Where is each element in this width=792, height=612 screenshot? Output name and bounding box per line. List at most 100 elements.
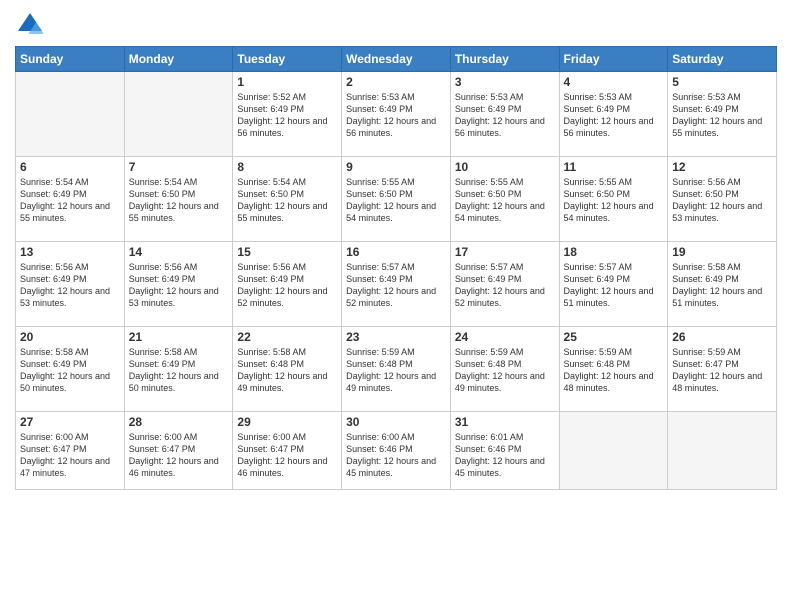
- cell-info: Sunrise: 5:56 AMSunset: 6:49 PMDaylight:…: [20, 261, 120, 310]
- cell-info: Sunrise: 5:59 AMSunset: 6:48 PMDaylight:…: [455, 346, 555, 395]
- day-number: 25: [564, 330, 664, 344]
- day-number: 21: [129, 330, 229, 344]
- calendar-cell: 11 Sunrise: 5:55 AMSunset: 6:50 PMDayligh…: [559, 157, 668, 242]
- week-row-1: 1 Sunrise: 5:52 AMSunset: 6:49 PMDaylight…: [16, 72, 777, 157]
- cell-info: Sunrise: 5:53 AMSunset: 6:49 PMDaylight:…: [564, 91, 664, 140]
- cell-info: Sunrise: 5:55 AMSunset: 6:50 PMDaylight:…: [564, 176, 664, 225]
- weekday-header-friday: Friday: [559, 47, 668, 72]
- calendar-cell: 14 Sunrise: 5:56 AMSunset: 6:49 PMDayligh…: [124, 242, 233, 327]
- day-number: 26: [672, 330, 772, 344]
- cell-info: Sunrise: 5:58 AMSunset: 6:49 PMDaylight:…: [129, 346, 229, 395]
- day-number: 9: [346, 160, 446, 174]
- cell-info: Sunrise: 5:58 AMSunset: 6:49 PMDaylight:…: [20, 346, 120, 395]
- weekday-header-row: SundayMondayTuesdayWednesdayThursdayFrid…: [16, 47, 777, 72]
- day-number: 1: [237, 75, 337, 89]
- calendar-cell: [668, 412, 777, 490]
- calendar-cell: 13 Sunrise: 5:56 AMSunset: 6:49 PMDayligh…: [16, 242, 125, 327]
- cell-info: Sunrise: 5:56 AMSunset: 6:49 PMDaylight:…: [237, 261, 337, 310]
- calendar-cell: 9Sunrise: 5:55 AMSunset: 6:50 PMDaylight…: [342, 157, 451, 242]
- cell-info: Sunrise: 5:59 AMSunset: 6:48 PMDaylight:…: [564, 346, 664, 395]
- calendar-cell: 7 Sunrise: 5:54 AMSunset: 6:50 PMDaylight…: [124, 157, 233, 242]
- calendar-cell: 23 Sunrise: 5:59 AMSunset: 6:48 PMDayligh…: [342, 327, 451, 412]
- calendar-cell: 29 Sunrise: 6:00 AMSunset: 6:47 PMDayligh…: [233, 412, 342, 490]
- calendar-cell: 2 Sunrise: 5:53 AMSunset: 6:49 PMDaylight…: [342, 72, 451, 157]
- calendar-cell: 18 Sunrise: 5:57 AMSunset: 6:49 PMDayligh…: [559, 242, 668, 327]
- day-number: 11: [564, 160, 664, 174]
- cell-info: Sunrise: 5:53 AMSunset: 6:49 PMDaylight:…: [346, 91, 446, 140]
- cell-info: Sunrise: 5:54 AMSunset: 6:49 PMDaylight:…: [20, 176, 120, 225]
- cell-info: Sunrise: 5:53 AMSunset: 6:49 PMDaylight:…: [455, 91, 555, 140]
- calendar-cell: 15 Sunrise: 5:56 AMSunset: 6:49 PMDayligh…: [233, 242, 342, 327]
- day-number: 30: [346, 415, 446, 429]
- day-number: 23: [346, 330, 446, 344]
- cell-info: Sunrise: 5:56 AMSunset: 6:50 PMDaylight:…: [672, 176, 772, 225]
- day-number: 4: [564, 75, 664, 89]
- calendar-cell: 25 Sunrise: 5:59 AMSunset: 6:48 PMDayligh…: [559, 327, 668, 412]
- calendar-cell: 12 Sunrise: 5:56 AMSunset: 6:50 PMDayligh…: [668, 157, 777, 242]
- calendar-cell: [16, 72, 125, 157]
- day-number: 31: [455, 415, 555, 429]
- logo-icon: [15, 10, 45, 40]
- cell-info: Sunrise: 5:55 AMSunset: 6:50 PMDaylight:…: [455, 176, 555, 225]
- cell-info: Sunrise: 6:00 AMSunset: 6:47 PMDaylight:…: [129, 431, 229, 480]
- cell-info: Sunrise: 5:57 AMSunset: 6:49 PMDaylight:…: [564, 261, 664, 310]
- cell-info: Sunrise: 5:59 AMSunset: 6:47 PMDaylight:…: [672, 346, 772, 395]
- cell-info: Sunrise: 5:57 AMSunset: 6:49 PMDaylight:…: [346, 261, 446, 310]
- day-number: 29: [237, 415, 337, 429]
- cell-info: Sunrise: 5:58 AMSunset: 6:48 PMDaylight:…: [237, 346, 337, 395]
- cell-info: Sunrise: 5:59 AMSunset: 6:48 PMDaylight:…: [346, 346, 446, 395]
- weekday-header-wednesday: Wednesday: [342, 47, 451, 72]
- weekday-header-tuesday: Tuesday: [233, 47, 342, 72]
- calendar-cell: 3Sunrise: 5:53 AMSunset: 6:49 PMDaylight…: [450, 72, 559, 157]
- day-number: 19: [672, 245, 772, 259]
- calendar-cell: 8 Sunrise: 5:54 AMSunset: 6:50 PMDaylight…: [233, 157, 342, 242]
- day-number: 13: [20, 245, 120, 259]
- calendar-cell: 19 Sunrise: 5:58 AMSunset: 6:49 PMDayligh…: [668, 242, 777, 327]
- day-number: 28: [129, 415, 229, 429]
- day-number: 27: [20, 415, 120, 429]
- day-number: 10: [455, 160, 555, 174]
- calendar-cell: 30 Sunrise: 6:00 AMSunset: 6:46 PMDayligh…: [342, 412, 451, 490]
- calendar-cell: 28 Sunrise: 6:00 AMSunset: 6:47 PMDayligh…: [124, 412, 233, 490]
- calendar-cell: 16 Sunrise: 5:57 AMSunset: 6:49 PMDayligh…: [342, 242, 451, 327]
- cell-info: Sunrise: 5:52 AMSunset: 6:49 PMDaylight:…: [237, 91, 337, 140]
- day-number: 14: [129, 245, 229, 259]
- cell-info: Sunrise: 6:00 AMSunset: 6:47 PMDaylight:…: [20, 431, 120, 480]
- cell-info: Sunrise: 5:54 AMSunset: 6:50 PMDaylight:…: [237, 176, 337, 225]
- logo: [15, 10, 49, 40]
- day-number: 24: [455, 330, 555, 344]
- day-number: 6: [20, 160, 120, 174]
- calendar-cell: 22 Sunrise: 5:58 AMSunset: 6:48 PMDayligh…: [233, 327, 342, 412]
- cell-info: Sunrise: 6:00 AMSunset: 6:47 PMDaylight:…: [237, 431, 337, 480]
- calendar-cell: 17 Sunrise: 5:57 AMSunset: 6:49 PMDayligh…: [450, 242, 559, 327]
- cell-info: Sunrise: 5:54 AMSunset: 6:50 PMDaylight:…: [129, 176, 229, 225]
- calendar-cell: 27 Sunrise: 6:00 AMSunset: 6:47 PMDayligh…: [16, 412, 125, 490]
- calendar-cell: 21 Sunrise: 5:58 AMSunset: 6:49 PMDayligh…: [124, 327, 233, 412]
- day-number: 18: [564, 245, 664, 259]
- week-row-5: 27 Sunrise: 6:00 AMSunset: 6:47 PMDayligh…: [16, 412, 777, 490]
- day-number: 8: [237, 160, 337, 174]
- calendar: SundayMondayTuesdayWednesdayThursdayFrid…: [15, 46, 777, 490]
- cell-info: Sunrise: 5:58 AMSunset: 6:49 PMDaylight:…: [672, 261, 772, 310]
- calendar-cell: 5 Sunrise: 5:53 AMSunset: 6:49 PMDaylight…: [668, 72, 777, 157]
- cell-info: Sunrise: 5:56 AMSunset: 6:49 PMDaylight:…: [129, 261, 229, 310]
- day-number: 17: [455, 245, 555, 259]
- calendar-cell: 26 Sunrise: 5:59 AMSunset: 6:47 PMDayligh…: [668, 327, 777, 412]
- weekday-header-saturday: Saturday: [668, 47, 777, 72]
- calendar-cell: 24 Sunrise: 5:59 AMSunset: 6:48 PMDayligh…: [450, 327, 559, 412]
- day-number: 15: [237, 245, 337, 259]
- day-number: 12: [672, 160, 772, 174]
- cell-info: Sunrise: 5:53 AMSunset: 6:49 PMDaylight:…: [672, 91, 772, 140]
- day-number: 20: [20, 330, 120, 344]
- day-number: 22: [237, 330, 337, 344]
- calendar-cell: 6 Sunrise: 5:54 AMSunset: 6:49 PMDaylight…: [16, 157, 125, 242]
- day-number: 7: [129, 160, 229, 174]
- cell-info: Sunrise: 5:57 AMSunset: 6:49 PMDaylight:…: [455, 261, 555, 310]
- day-number: 16: [346, 245, 446, 259]
- week-row-2: 6 Sunrise: 5:54 AMSunset: 6:49 PMDaylight…: [16, 157, 777, 242]
- cell-info: Sunrise: 6:00 AMSunset: 6:46 PMDaylight:…: [346, 431, 446, 480]
- day-number: 2: [346, 75, 446, 89]
- weekday-header-monday: Monday: [124, 47, 233, 72]
- weekday-header-sunday: Sunday: [16, 47, 125, 72]
- day-number: 5: [672, 75, 772, 89]
